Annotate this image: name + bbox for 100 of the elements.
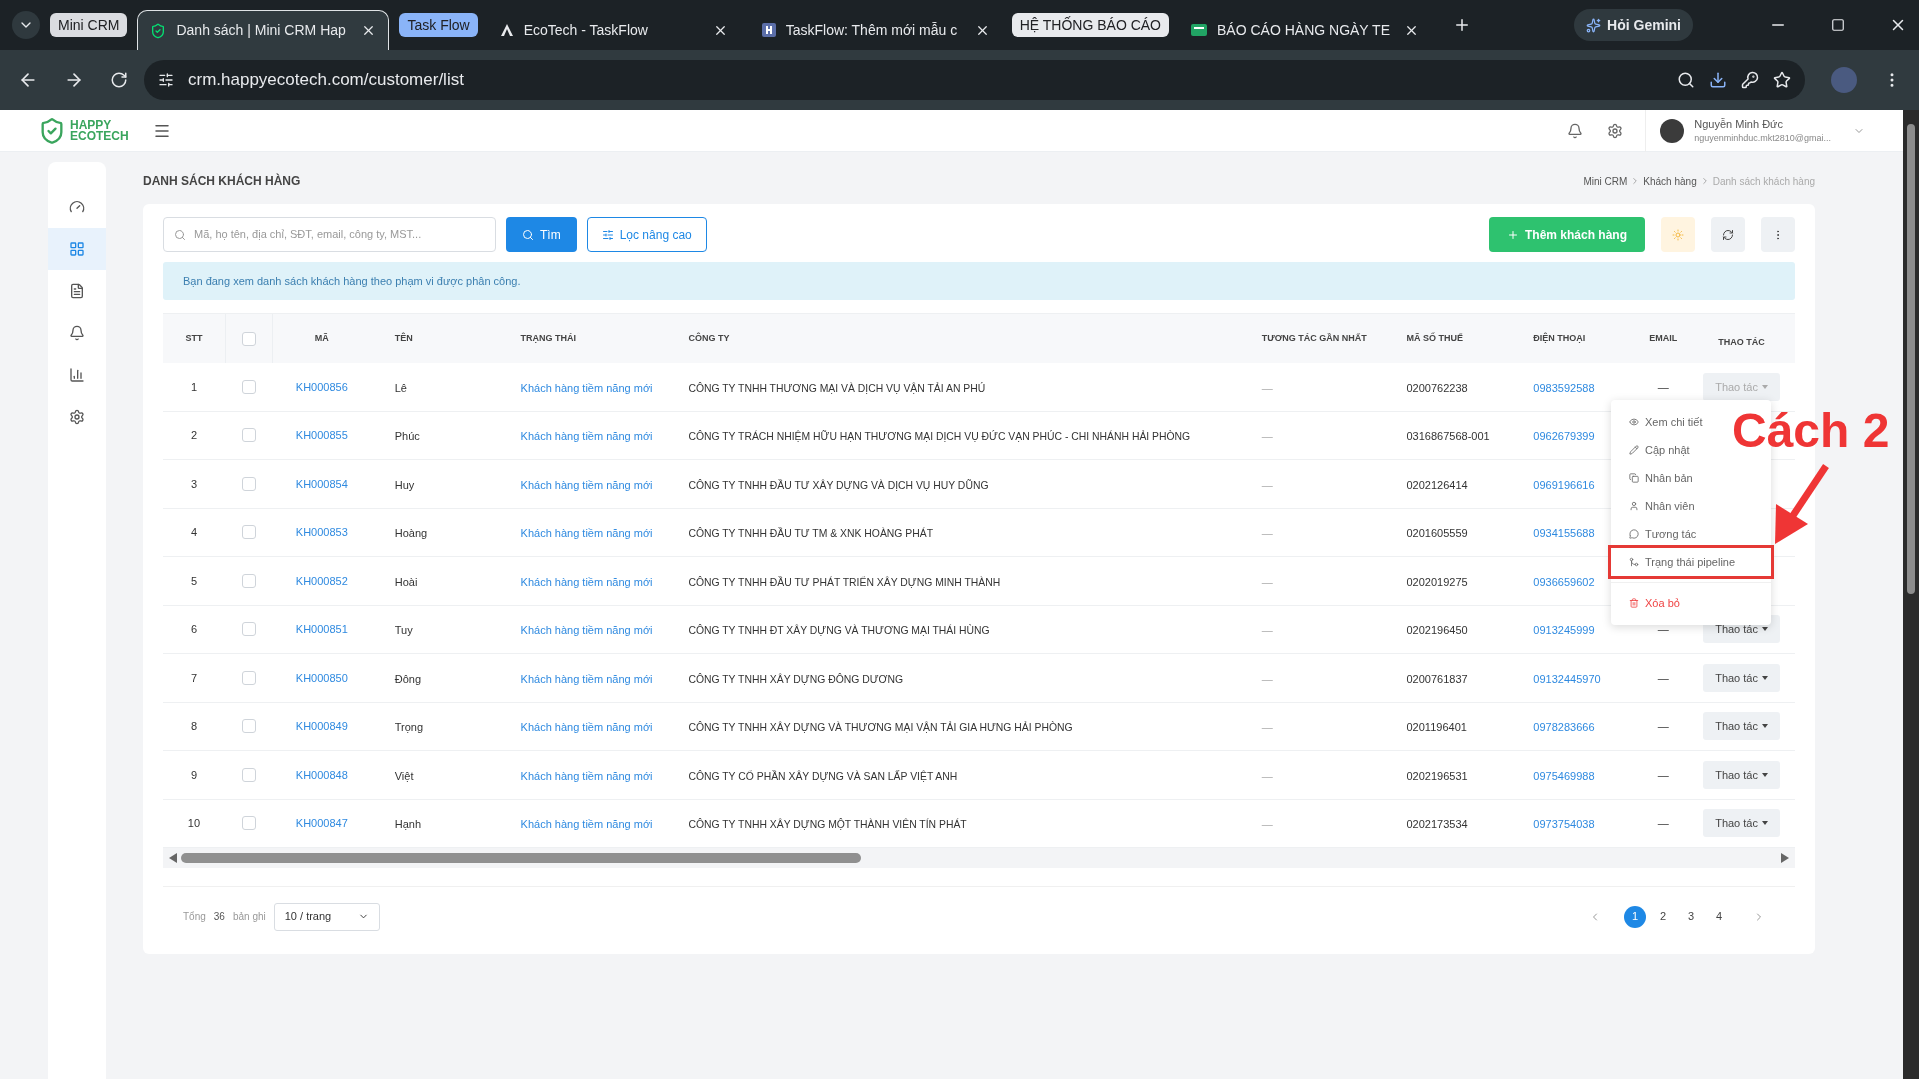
- scrollbar-thumb[interactable]: [181, 853, 861, 863]
- square-icon: [761, 23, 776, 37]
- browser-tab[interactable]: TaskFlow: Thêm mới mẫu c: [749, 10, 1002, 50]
- refresh-icon: [1722, 228, 1734, 241]
- customer-code-link[interactable]: KH000849: [295, 718, 348, 735]
- page-title: DANH SÁCH KHÁCH HÀNG: [143, 172, 301, 190]
- horizontal-scrollbar[interactable]: [163, 848, 1795, 868]
- scroll-left-icon[interactable]: [169, 853, 177, 863]
- phone-link[interactable]: 0975469988: [1533, 769, 1595, 782]
- customer-code-link[interactable]: KH000853: [295, 524, 348, 541]
- vertical-scrollbar[interactable]: [1903, 110, 1919, 1079]
- column-header: ĐIỆN THOẠI: [1533, 331, 1586, 345]
- menu-item[interactable]: Nhân bản: [1611, 464, 1771, 492]
- phone-link[interactable]: 09132445970: [1533, 672, 1601, 685]
- scrollbar-thumb[interactable]: [1907, 124, 1915, 594]
- action-dropdown-button[interactable]: Thao tác: [1703, 809, 1780, 838]
- caret-icon: [1761, 675, 1768, 680]
- refresh-button[interactable]: [1711, 217, 1745, 252]
- filter-icon: [601, 228, 614, 241]
- checkbox[interactable]: [241, 767, 256, 782]
- grid-icon: [69, 241, 85, 257]
- tab-group-label[interactable]: HỆ THỐNG BÁO CÁO: [1011, 13, 1169, 37]
- tax-code: 0201605559: [1406, 527, 1468, 540]
- customer-code-link[interactable]: KH000850: [295, 669, 348, 686]
- customer-name: Huy: [394, 478, 415, 491]
- breadcrumb[interactable]: Mini CRM: [1583, 173, 1628, 189]
- customer-code-link[interactable]: KH000854: [295, 475, 348, 492]
- phone-link[interactable]: 0962679399: [1533, 430, 1595, 443]
- row-number: 4: [190, 525, 197, 540]
- action-dropdown-button[interactable]: Thao tác: [1703, 663, 1780, 692]
- phone-link[interactable]: 0934155688: [1533, 527, 1595, 540]
- tab-group-label[interactable]: Task Flow: [399, 13, 478, 37]
- new-tab-icon[interactable]: [1453, 16, 1471, 34]
- checkbox[interactable]: [241, 428, 256, 443]
- checkbox[interactable]: [241, 719, 256, 734]
- tab-group-label[interactable]: Mini CRM: [50, 13, 128, 37]
- menu-item[interactable]: Trạng thái pipeline: [1611, 548, 1771, 576]
- browser-tab[interactable]: EcoTech - TaskFlow: [487, 10, 740, 50]
- checkbox[interactable]: [241, 379, 256, 394]
- checkbox[interactable]: [241, 573, 256, 588]
- reload-icon[interactable]: [110, 71, 128, 89]
- checkbox[interactable]: [241, 670, 256, 685]
- phone-link[interactable]: 0913245999: [1533, 624, 1595, 637]
- customer-code-link[interactable]: KH000856: [295, 378, 348, 395]
- customer-code-link[interactable]: KH000852: [295, 572, 348, 589]
- user-menu[interactable]: Nguyễn Minh Đức nguyenminhduc.mkt2810@gmai...: [1645, 109, 1865, 152]
- profile-avatar[interactable]: [1831, 67, 1857, 93]
- address-bar[interactable]: crm.happyecotech.com/customer/list: [144, 60, 1805, 100]
- checkbox[interactable]: [241, 476, 256, 491]
- tab-title: BÁO CÁO HÀNG NGÀY TE: [1217, 20, 1391, 40]
- phone-link[interactable]: 0936659602: [1533, 575, 1595, 588]
- breadcrumb[interactable]: Khách hàng: [1643, 173, 1697, 189]
- phone-link[interactable]: 0969196616: [1533, 478, 1595, 491]
- browser-tab[interactable]: BÁO CÁO HÀNG NGÀY TE: [1179, 10, 1431, 50]
- page-button[interactable]: 1: [1624, 905, 1646, 928]
- checkbox[interactable]: [241, 622, 256, 637]
- page-button[interactable]: 4: [1708, 905, 1730, 928]
- phone-link[interactable]: 0978283666: [1533, 721, 1595, 734]
- row-number: 9: [190, 767, 197, 783]
- search-button[interactable]: Tìm: [506, 217, 577, 252]
- customer-code-link[interactable]: KH000847: [295, 815, 348, 832]
- tax-code: 0202019275: [1406, 575, 1468, 588]
- browser-tab[interactable]: Danh sách | Mini CRM Hap: [137, 10, 390, 50]
- email-text: —: [1657, 670, 1669, 686]
- customer-code-link[interactable]: KH000848: [295, 766, 348, 783]
- search-input[interactable]: Mã, họ tên, địa chỉ, SĐT, email, công ty, MST...: [194, 226, 485, 243]
- phone-link[interactable]: 0973754038: [1533, 818, 1595, 831]
- page-button[interactable]: 3: [1680, 905, 1702, 928]
- settings-icon[interactable]: [1607, 122, 1624, 139]
- scroll-right-icon[interactable]: [1781, 853, 1789, 863]
- status-text: Khách hàng tiềm năng mới: [520, 430, 653, 443]
- shield-icon: [150, 22, 167, 39]
- gemini-button[interactable]: Hỏi Gemini: [1574, 9, 1693, 41]
- menu-item[interactable]: Tương tác: [1611, 520, 1771, 548]
- search-field[interactable]: Mã, họ tên, địa chỉ, SĐT, email, công ty, MST...: [163, 217, 496, 252]
- bell-icon: [69, 325, 85, 341]
- customer-name: Đông: [394, 672, 422, 685]
- phone-link[interactable]: 0983592588: [1533, 381, 1595, 394]
- menu-item[interactable]: Xóa bỏ: [1611, 589, 1771, 617]
- restore-icon[interactable]: [1831, 18, 1845, 32]
- page-button[interactable]: 2: [1652, 905, 1674, 928]
- customer-code-link[interactable]: KH000851: [295, 621, 348, 638]
- action-dropdown-button[interactable]: Thao tác: [1703, 712, 1780, 741]
- company-name: CÔNG TY TNHH ĐẦU TƯ PHÁT TRIỂN XÂY DỰNG MINH THÀNH: [688, 576, 1001, 588]
- customer-code-link[interactable]: KH000855: [295, 427, 348, 444]
- search-icon: [174, 228, 186, 241]
- checkbox[interactable]: [241, 816, 256, 831]
- bell-icon[interactable]: [1567, 122, 1584, 139]
- last-interaction: —: [1261, 527, 1273, 540]
- checkbox[interactable]: [241, 525, 256, 540]
- action-dropdown-button[interactable]: Thao tác: [1703, 760, 1780, 789]
- menu-item[interactable]: Nhân viên: [1611, 492, 1771, 520]
- checkbox[interactable]: [241, 331, 256, 346]
- column-header: MÃ: [314, 331, 329, 345]
- page-size-select[interactable]: 10 / trang: [273, 902, 380, 931]
- bookmark-icon: [1773, 71, 1791, 89]
- tax-code: 0202173534: [1406, 818, 1468, 831]
- filter-button[interactable]: Lọc nâng cao: [586, 217, 707, 252]
- chat-icon: [1629, 529, 1639, 539]
- tab-search-button[interactable]: [12, 11, 40, 39]
